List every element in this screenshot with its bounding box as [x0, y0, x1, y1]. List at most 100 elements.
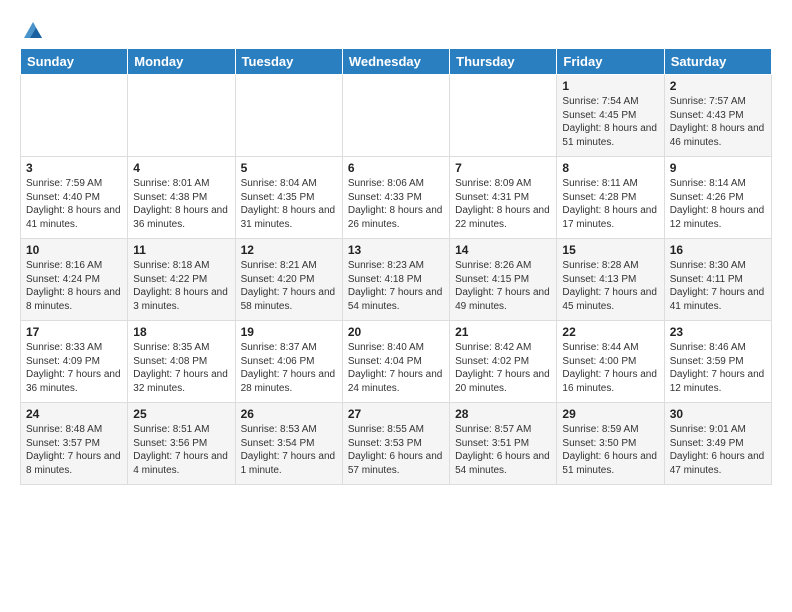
calendar-cell	[450, 75, 557, 157]
day-info: Sunrise: 8:44 AM Sunset: 4:00 PM Dayligh…	[562, 341, 658, 395]
calendar-cell: 19 Sunrise: 8:37 AM Sunset: 4:06 PM Dayli…	[235, 321, 342, 403]
day-info: Sunrise: 8:35 AM Sunset: 4:08 PM Dayligh…	[133, 341, 229, 395]
calendar-cell: 5 Sunrise: 8:04 AM Sunset: 4:35 PM Daylig…	[235, 157, 342, 239]
calendar-cell: 28 Sunrise: 8:57 AM Sunset: 3:51 PM Dayli…	[450, 403, 557, 485]
day-info: Sunrise: 8:11 AM Sunset: 4:28 PM Dayligh…	[562, 177, 658, 231]
day-number: 13	[348, 243, 444, 257]
day-number: 20	[348, 325, 444, 339]
day-number: 22	[562, 325, 658, 339]
calendar-cell: 9 Sunrise: 8:14 AM Sunset: 4:26 PM Daylig…	[664, 157, 771, 239]
day-number: 4	[133, 161, 229, 175]
day-number: 1	[562, 79, 658, 93]
day-info: Sunrise: 8:26 AM Sunset: 4:15 PM Dayligh…	[455, 259, 551, 313]
day-info: Sunrise: 7:54 AM Sunset: 4:45 PM Dayligh…	[562, 95, 658, 149]
day-info: Sunrise: 8:55 AM Sunset: 3:53 PM Dayligh…	[348, 423, 444, 477]
calendar-cell: 13 Sunrise: 8:23 AM Sunset: 4:18 PM Dayli…	[342, 239, 449, 321]
calendar: Sunday Monday Tuesday Wednesday Thursday…	[20, 48, 772, 485]
col-tuesday: Tuesday	[235, 49, 342, 75]
calendar-cell: 14 Sunrise: 8:26 AM Sunset: 4:15 PM Dayli…	[450, 239, 557, 321]
day-number: 16	[670, 243, 766, 257]
day-info: Sunrise: 8:21 AM Sunset: 4:20 PM Dayligh…	[241, 259, 337, 313]
day-info: Sunrise: 8:33 AM Sunset: 4:09 PM Dayligh…	[26, 341, 122, 395]
col-saturday: Saturday	[664, 49, 771, 75]
calendar-cell: 15 Sunrise: 8:28 AM Sunset: 4:13 PM Dayli…	[557, 239, 664, 321]
day-info: Sunrise: 8:57 AM Sunset: 3:51 PM Dayligh…	[455, 423, 551, 477]
day-number: 6	[348, 161, 444, 175]
day-info: Sunrise: 8:23 AM Sunset: 4:18 PM Dayligh…	[348, 259, 444, 313]
day-number: 9	[670, 161, 766, 175]
day-info: Sunrise: 8:04 AM Sunset: 4:35 PM Dayligh…	[241, 177, 337, 231]
day-number: 24	[26, 407, 122, 421]
col-thursday: Thursday	[450, 49, 557, 75]
day-number: 15	[562, 243, 658, 257]
day-number: 5	[241, 161, 337, 175]
calendar-cell: 8 Sunrise: 8:11 AM Sunset: 4:28 PM Daylig…	[557, 157, 664, 239]
day-info: Sunrise: 8:28 AM Sunset: 4:13 PM Dayligh…	[562, 259, 658, 313]
day-number: 25	[133, 407, 229, 421]
day-info: Sunrise: 8:16 AM Sunset: 4:24 PM Dayligh…	[26, 259, 122, 313]
day-info: Sunrise: 8:18 AM Sunset: 4:22 PM Dayligh…	[133, 259, 229, 313]
day-info: Sunrise: 7:59 AM Sunset: 4:40 PM Dayligh…	[26, 177, 122, 231]
day-number: 27	[348, 407, 444, 421]
day-number: 29	[562, 407, 658, 421]
calendar-cell: 16Sunrise: 8:30 AM Sunset: 4:11 PM Dayli…	[664, 239, 771, 321]
day-number: 14	[455, 243, 551, 257]
calendar-cell	[128, 75, 235, 157]
calendar-week-row: 24Sunrise: 8:48 AM Sunset: 3:57 PM Dayli…	[21, 403, 772, 485]
day-number: 11	[133, 243, 229, 257]
day-number: 2	[670, 79, 766, 93]
day-number: 30	[670, 407, 766, 421]
calendar-week-row: 3 Sunrise: 7:59 AM Sunset: 4:40 PM Daylig…	[21, 157, 772, 239]
day-info: Sunrise: 9:01 AM Sunset: 3:49 PM Dayligh…	[670, 423, 766, 477]
page: Sunday Monday Tuesday Wednesday Thursday…	[0, 0, 792, 495]
calendar-cell: 17 Sunrise: 8:33 AM Sunset: 4:09 PM Dayli…	[21, 321, 128, 403]
calendar-cell: 7 Sunrise: 8:09 AM Sunset: 4:31 PM Daylig…	[450, 157, 557, 239]
logo	[20, 20, 44, 38]
day-number: 17	[26, 325, 122, 339]
day-info: Sunrise: 8:51 AM Sunset: 3:56 PM Dayligh…	[133, 423, 229, 477]
day-number: 3	[26, 161, 122, 175]
calendar-week-row: 17 Sunrise: 8:33 AM Sunset: 4:09 PM Dayli…	[21, 321, 772, 403]
day-number: 18	[133, 325, 229, 339]
calendar-cell: 24Sunrise: 8:48 AM Sunset: 3:57 PM Dayli…	[21, 403, 128, 485]
calendar-cell: 6Sunrise: 8:06 AM Sunset: 4:33 PM Daylig…	[342, 157, 449, 239]
calendar-header-row: Sunday Monday Tuesday Wednesday Thursday…	[21, 49, 772, 75]
calendar-cell: 2 Sunrise: 7:57 AM Sunset: 4:43 PM Daylig…	[664, 75, 771, 157]
day-number: 19	[241, 325, 337, 339]
calendar-cell: 22 Sunrise: 8:44 AM Sunset: 4:00 PM Dayli…	[557, 321, 664, 403]
day-number: 7	[455, 161, 551, 175]
day-info: Sunrise: 8:09 AM Sunset: 4:31 PM Dayligh…	[455, 177, 551, 231]
day-info: Sunrise: 8:42 AM Sunset: 4:02 PM Dayligh…	[455, 341, 551, 395]
calendar-cell	[342, 75, 449, 157]
calendar-cell: 27 Sunrise: 8:55 AM Sunset: 3:53 PM Dayli…	[342, 403, 449, 485]
calendar-cell: 29Sunrise: 8:59 AM Sunset: 3:50 PM Dayli…	[557, 403, 664, 485]
calendar-cell: 10Sunrise: 8:16 AM Sunset: 4:24 PM Dayli…	[21, 239, 128, 321]
col-sunday: Sunday	[21, 49, 128, 75]
day-info: Sunrise: 7:57 AM Sunset: 4:43 PM Dayligh…	[670, 95, 766, 149]
col-wednesday: Wednesday	[342, 49, 449, 75]
calendar-cell: 23Sunrise: 8:46 AM Sunset: 3:59 PM Dayli…	[664, 321, 771, 403]
calendar-week-row: 10Sunrise: 8:16 AM Sunset: 4:24 PM Dayli…	[21, 239, 772, 321]
col-monday: Monday	[128, 49, 235, 75]
calendar-cell: 25 Sunrise: 8:51 AM Sunset: 3:56 PM Dayli…	[128, 403, 235, 485]
day-number: 8	[562, 161, 658, 175]
calendar-cell: 21Sunrise: 8:42 AM Sunset: 4:02 PM Dayli…	[450, 321, 557, 403]
calendar-cell: 1 Sunrise: 7:54 AM Sunset: 4:45 PM Daylig…	[557, 75, 664, 157]
day-number: 12	[241, 243, 337, 257]
day-number: 26	[241, 407, 337, 421]
calendar-cell: 26 Sunrise: 8:53 AM Sunset: 3:54 PM Dayli…	[235, 403, 342, 485]
calendar-cell: 3 Sunrise: 7:59 AM Sunset: 4:40 PM Daylig…	[21, 157, 128, 239]
calendar-cell: 11 Sunrise: 8:18 AM Sunset: 4:22 PM Dayli…	[128, 239, 235, 321]
logo-icon	[22, 20, 44, 42]
day-number: 28	[455, 407, 551, 421]
day-info: Sunrise: 8:40 AM Sunset: 4:04 PM Dayligh…	[348, 341, 444, 395]
day-info: Sunrise: 8:53 AM Sunset: 3:54 PM Dayligh…	[241, 423, 337, 477]
calendar-cell: 30 Sunrise: 9:01 AM Sunset: 3:49 PM Dayli…	[664, 403, 771, 485]
calendar-cell: 12 Sunrise: 8:21 AM Sunset: 4:20 PM Dayli…	[235, 239, 342, 321]
calendar-cell: 4 Sunrise: 8:01 AM Sunset: 4:38 PM Daylig…	[128, 157, 235, 239]
day-info: Sunrise: 8:01 AM Sunset: 4:38 PM Dayligh…	[133, 177, 229, 231]
calendar-cell: 20 Sunrise: 8:40 AM Sunset: 4:04 PM Dayli…	[342, 321, 449, 403]
day-number: 23	[670, 325, 766, 339]
day-info: Sunrise: 8:37 AM Sunset: 4:06 PM Dayligh…	[241, 341, 337, 395]
day-info: Sunrise: 8:14 AM Sunset: 4:26 PM Dayligh…	[670, 177, 766, 231]
